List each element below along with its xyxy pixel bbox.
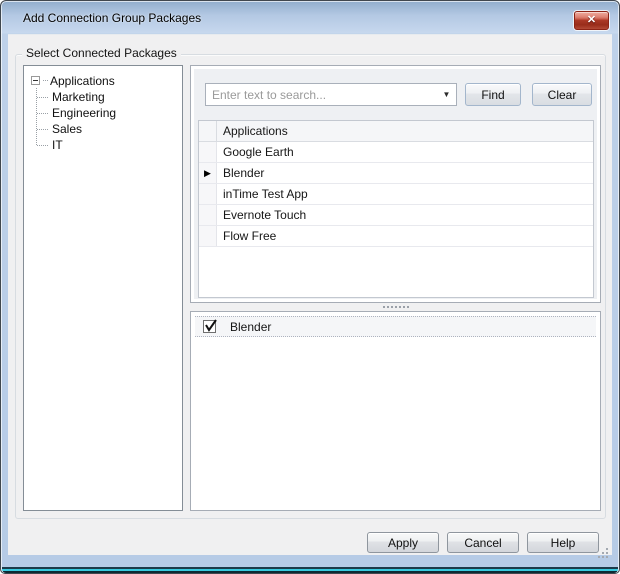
find-button[interactable]: Find [465, 83, 521, 106]
tree-node-label: Marketing [52, 90, 105, 104]
window-bottom-edge [2, 567, 618, 573]
grid-cell: Evernote Touch [217, 205, 593, 225]
tree-collapse-icon[interactable] [31, 76, 40, 85]
close-icon: ✕ [587, 15, 596, 26]
resize-grip-icon[interactable] [597, 547, 609, 559]
tree-node-label: Sales [52, 122, 82, 136]
right-area: ▼ Find Clear Applications Google Earth [190, 65, 601, 511]
cancel-button[interactable]: Cancel [447, 532, 519, 553]
titlebar[interactable]: Add Connection Group Packages ✕ [1, 1, 619, 34]
window-title: Add Connection Group Packages [23, 11, 201, 25]
current-row-icon: ▶ [204, 169, 211, 178]
dropdown-arrow-icon[interactable]: ▼ [438, 85, 455, 104]
packages-tree: Applications Marketing Engineering Sales… [23, 65, 183, 511]
footer-buttons: Apply Cancel Help [367, 532, 599, 553]
search-grid-panel: ▼ Find Clear Applications Google Earth [190, 65, 601, 303]
row-indicator-cell [199, 142, 217, 162]
selected-item-blender[interactable]: Blender [195, 316, 596, 337]
tree-children: Marketing Engineering Sales IT [36, 89, 178, 153]
grid-row-google-earth[interactable]: Google Earth [199, 142, 593, 163]
grid-cell: Blender [217, 163, 593, 183]
row-indicator-cell [199, 184, 217, 204]
selected-packages-panel: Blender [190, 311, 601, 511]
tree-node-sales[interactable]: Sales [36, 121, 178, 137]
tree-node-engineering[interactable]: Engineering [36, 105, 178, 121]
splitter-grip-icon [383, 306, 409, 308]
checkbox-checked-icon[interactable] [203, 320, 216, 333]
grid-row-evernote-touch[interactable]: Evernote Touch [199, 205, 593, 226]
clear-button[interactable]: Clear [532, 83, 592, 106]
applications-grid: Applications Google Earth ▶ Blender [198, 120, 594, 298]
tree-node-applications[interactable]: Applications [28, 72, 178, 89]
row-indicator-cell: ▶ [199, 163, 217, 183]
tree-connector [43, 80, 48, 81]
grid-cell: Google Earth [217, 142, 593, 162]
search-combobox[interactable]: ▼ [205, 83, 457, 106]
close-button[interactable]: ✕ [574, 11, 609, 30]
dialog-client: Select Connected Packages Applications M… [8, 34, 612, 555]
tree-node-label: IT [52, 138, 63, 152]
search-row: ▼ Find Clear [205, 83, 592, 106]
groupbox-label: Select Connected Packages [22, 46, 181, 60]
grid-row-flow-free[interactable]: Flow Free [199, 226, 593, 247]
tree-root-label: Applications [50, 74, 115, 88]
row-indicator-cell [199, 226, 217, 246]
grid-cell: Flow Free [217, 226, 593, 246]
header-indicator-cell [199, 121, 217, 141]
search-input[interactable] [206, 84, 456, 105]
help-button[interactable]: Help [527, 532, 599, 553]
apply-button[interactable]: Apply [367, 532, 439, 553]
selected-item-label: Blender [230, 320, 271, 334]
grid-row-intime-test-app[interactable]: inTime Test App [199, 184, 593, 205]
tree-node-label: Engineering [52, 106, 116, 120]
row-indicator-cell [199, 205, 217, 225]
grid-header-label: Applications [217, 121, 593, 141]
splitter[interactable] [190, 303, 601, 311]
grid-column-header[interactable]: Applications [199, 121, 593, 142]
groupbox-select-connected-packages: Select Connected Packages Applications M… [15, 54, 606, 519]
tree-node-it[interactable]: IT [36, 137, 178, 153]
tree-node-marketing[interactable]: Marketing [36, 89, 178, 105]
dialog-window: Add Connection Group Packages ✕ Select C… [0, 0, 620, 574]
grid-cell: inTime Test App [217, 184, 593, 204]
grid-row-blender[interactable]: ▶ Blender [199, 163, 593, 184]
